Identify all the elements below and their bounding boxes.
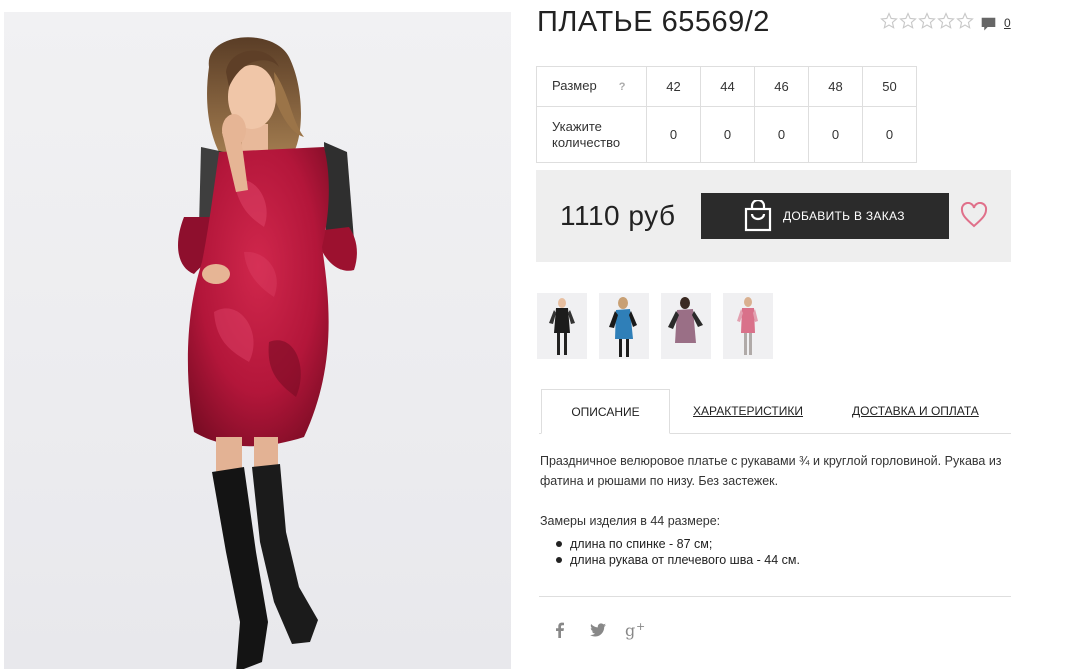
thumbnail-image [609, 297, 637, 357]
thumbnail-image [737, 297, 758, 355]
star-icon[interactable] [956, 12, 974, 30]
model-in-red-dress-illustration [178, 37, 357, 669]
add-to-order-button[interactable]: ДОБАВИТЬ В ЗАКАЗ [701, 193, 949, 239]
thumbnail-image [668, 297, 703, 343]
measures-title: Замеры изделия в 44 размере: [540, 514, 721, 528]
svg-text:+: + [636, 620, 645, 633]
info-tabs: ОПИСАНИЕ ХАРАКТЕРИСТИКИ ДОСТАВКА И ОПЛАТ… [539, 389, 1011, 434]
quantity-input[interactable]: 0 [754, 106, 809, 163]
size-help-icon[interactable]: ? [619, 79, 626, 95]
size-cell[interactable]: 46 [754, 66, 809, 107]
google-plus-icon[interactable]: g + [624, 620, 648, 640]
size-table: Размер? 42 44 46 48 50 Укажите количеств… [536, 66, 917, 163]
star-icon[interactable] [899, 12, 917, 30]
heart-icon[interactable] [960, 202, 988, 228]
svg-text:g: g [625, 621, 635, 640]
size-cell[interactable]: 48 [808, 66, 863, 107]
thumbnail-black-dress[interactable] [537, 293, 587, 359]
list-item: длина по спинке - 87 см; [556, 536, 800, 552]
thumbnail-image [549, 298, 575, 355]
star-icon[interactable] [937, 12, 955, 30]
thumbnail-strip [537, 293, 773, 359]
quantity-input[interactable]: 0 [646, 106, 701, 163]
quantity-input[interactable]: 0 [862, 106, 917, 163]
twitter-icon[interactable] [588, 620, 608, 640]
price-block: 1110 руб ДОБАВИТЬ В ЗАКАЗ [536, 170, 1011, 262]
rating-stars[interactable] [880, 12, 974, 30]
size-cell[interactable]: 44 [700, 66, 755, 107]
size-row: Размер? 42 44 46 48 50 [536, 66, 917, 107]
size-label: Размер [552, 78, 597, 93]
quantity-row: Укажите количество 0 0 0 0 0 [536, 106, 917, 163]
size-cell[interactable]: 42 [646, 66, 701, 107]
comments-count-link[interactable]: 0 [1004, 16, 1011, 30]
comment-icon[interactable] [980, 16, 997, 33]
main-product-photo[interactable] [4, 12, 511, 669]
star-icon[interactable] [918, 12, 936, 30]
list-item: длина рукава от плечевого шва - 44 см. [556, 552, 800, 568]
quantity-input[interactable]: 0 [808, 106, 863, 163]
tab-characteristics[interactable]: ХАРАКТЕРИСТИКИ [693, 389, 803, 434]
divider [539, 596, 1011, 597]
thumbnail-blue-dress[interactable] [599, 293, 649, 359]
quantity-label: Укажите количество [536, 106, 647, 163]
measures-list: длина по спинке - 87 см; длина рукава от… [556, 536, 800, 568]
thumbnail-pink-dress[interactable] [723, 293, 773, 359]
size-cell[interactable]: 50 [862, 66, 917, 107]
thumbnail-mauve-dress[interactable] [661, 293, 711, 359]
shopping-bag-icon [744, 200, 772, 232]
product-description: Праздничное велюровое платье с рукавами … [540, 454, 1002, 488]
star-icon[interactable] [880, 12, 898, 30]
add-to-order-label: ДОБАВИТЬ В ЗАКАЗ [783, 209, 905, 223]
size-label-cell: Размер? [536, 66, 647, 107]
product-title: ПЛАТЬЕ 65569/2 [537, 6, 770, 38]
facebook-icon[interactable] [550, 620, 570, 640]
quantity-input[interactable]: 0 [700, 106, 755, 163]
price: 1110 руб [560, 200, 676, 231]
tab-delivery-payment[interactable]: ДОСТАВКА И ОПЛАТА [852, 389, 979, 434]
tab-description[interactable]: ОПИСАНИЕ [541, 389, 670, 434]
